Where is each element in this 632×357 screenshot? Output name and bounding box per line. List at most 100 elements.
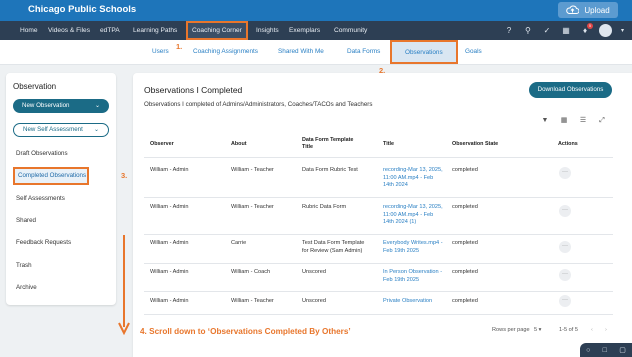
help-icon[interactable]: ? [504,26,514,36]
scroll-instruction-text: Scroll down to ‘Observations Completed B… [149,327,351,336]
row-4-observer: William - Admin [150,269,189,275]
nav-community[interactable]: Community [334,21,367,40]
top-bar: Chicago Public Schools Upload [0,0,632,21]
subnav-users[interactable]: Users [152,48,169,55]
observation-sidebar: Observation New Observation ⌄ New Self A… [6,73,116,305]
subnav-data-forms[interactable]: Data Forms [347,48,380,55]
rows-per-page-select[interactable]: 5 ▾ [534,327,542,333]
calendar-icon[interactable]: ▦ [561,26,571,36]
header-divider [144,157,613,158]
subnav-goals[interactable]: Goals [465,48,482,55]
row-1-state: completed [452,167,478,173]
row-4-state: completed [452,269,478,275]
row-3-about: Carrie [231,240,247,246]
sidebar-item-archive[interactable]: Archive [16,284,37,291]
sidebar-item-completed[interactable]: Completed Observations [13,167,89,185]
chevron-down-icon[interactable]: ▾ [621,27,624,34]
chevron-down-icon: ⌄ [94,103,100,109]
row-4-form: Unscored [302,269,326,275]
chevron-right-icon[interactable]: › [605,327,607,333]
row-2-title[interactable]: recording-Mar 13, 2025, 11:00 AM.mp4 - F… [383,204,443,227]
sidebar-item-draft[interactable]: Draft Observations [16,150,68,157]
row-divider [144,234,613,235]
page-title: Observations I Completed [144,85,243,95]
grid-view-icon[interactable]: ▦ [560,117,568,125]
lightning-icon[interactable]: ✓ [542,26,552,36]
lightbulb-icon[interactable]: ○ [586,347,590,354]
row-2-observer: William - Admin [150,204,189,210]
nav-learning-paths[interactable]: Learning Paths [133,21,177,40]
scroll-down-arrow-icon [118,235,130,335]
download-observations-button[interactable]: Download Observations [529,82,612,98]
sidebar-item-self-assessments[interactable]: Self Assessments [16,195,65,202]
chevron-left-icon[interactable]: ‹ [591,327,593,333]
row-divider [144,197,613,198]
row-2-more-button[interactable]: ··· [559,205,571,217]
nav-home[interactable]: Home [20,21,38,40]
nav-edtpa[interactable]: edTPA [100,21,120,40]
sidebar-item-feedback-requests[interactable]: Feedback Requests [16,239,71,246]
new-observation-label: New Observation [22,102,70,109]
row-5-form: Unscored [302,298,326,304]
nav-coaching-corner[interactable]: Coaching Corner [186,21,248,40]
row-4-more-button[interactable]: ··· [559,269,571,281]
new-self-assessment-label: New Self Assessment [23,126,83,133]
page-subtitle: Observations I completed of Admins/Admin… [144,101,373,108]
video-icon[interactable]: □ [603,347,607,354]
row-3-title[interactable]: Everybody Writes.mp4 - Feb 19th 2025 [383,240,443,255]
row-3-more-button[interactable]: ··· [559,241,571,253]
brand-name[interactable]: Chicago Public Schools [28,4,136,15]
column-header-actions: Actions [558,141,578,147]
row-4-title[interactable]: In Person Observation - Feb 19th 2025 [383,269,445,284]
row-divider [144,314,613,315]
fullscreen-icon[interactable]: ⤢ [598,117,606,125]
avatar[interactable] [598,24,612,37]
row-1-form: Data Form Rubric Test [302,167,358,173]
column-header-data-form[interactable]: Data Form Template Title [302,137,354,151]
filter-icon[interactable]: ▼ [541,117,549,125]
row-5-state: completed [452,298,478,304]
support-widget[interactable]: ○ □ ▢ [580,343,632,357]
subnav-shared-with-me[interactable]: Shared With Me [278,48,324,55]
row-2-about: William - Teacher [231,204,274,210]
sidebar-title: Observation [13,82,57,91]
nav-exemplars[interactable]: Exemplars [289,21,320,40]
notification-badge: 5 [586,22,593,29]
upload-label: Upload [584,5,610,15]
list-view-icon[interactable]: ☰ [579,117,587,125]
subnav-observations[interactable]: Observations [390,40,458,64]
column-header-about[interactable]: About [231,141,247,148]
column-header-title[interactable]: Title [383,141,394,148]
column-header-observer[interactable]: Observer [150,141,174,148]
row-1-more-button[interactable]: ··· [559,167,571,179]
row-5-observer: William - Admin [150,298,189,304]
chat-icon[interactable]: ▢ [619,346,626,354]
step-4-marker: 4. [140,327,147,336]
new-self-assessment-button[interactable]: New Self Assessment ⌄ [13,123,109,137]
scroll-instruction: 4. Scroll down to ‘Observations Complete… [140,327,351,336]
new-observation-button[interactable]: New Observation ⌄ [13,99,109,113]
nav-videos-files[interactable]: Videos & Files [48,21,90,40]
row-5-about: William - Teacher [231,298,274,304]
row-5-more-button[interactable]: ··· [559,295,571,307]
upload-button[interactable]: Upload [558,2,618,18]
search-icon[interactable]: ⚲ [523,26,533,36]
row-5-title[interactable]: Private Observation [383,298,453,306]
sub-nav: 1. Users Coaching Assignments Shared Wit… [0,40,632,65]
column-header-state[interactable]: Observation State [452,141,498,148]
cloud-upload-icon [566,5,580,14]
row-divider [144,291,613,292]
sidebar-item-trash[interactable]: Trash [16,262,32,269]
row-4-about: William - Coach [231,269,271,275]
step-1-marker: 1. [176,42,183,51]
row-1-observer: William - Admin [150,167,189,173]
nav-insights[interactable]: Insights [256,21,279,40]
bell-icon[interactable]: ♦ 5 [580,22,593,36]
subnav-coaching-assignments[interactable]: Coaching Assignments [193,48,258,55]
row-1-title[interactable]: recording-Mar 13, 2025, 11:00 AM.mp4 - F… [383,167,443,190]
rows-per-page-label: Rows per page [492,327,530,333]
sidebar-item-shared[interactable]: Shared [16,217,36,224]
main-nav: Home Videos & Files edTPA Learning Paths… [0,21,632,40]
pagination-range: 1-5 of 5 [559,327,578,333]
row-1-about: William - Teacher [231,167,274,173]
